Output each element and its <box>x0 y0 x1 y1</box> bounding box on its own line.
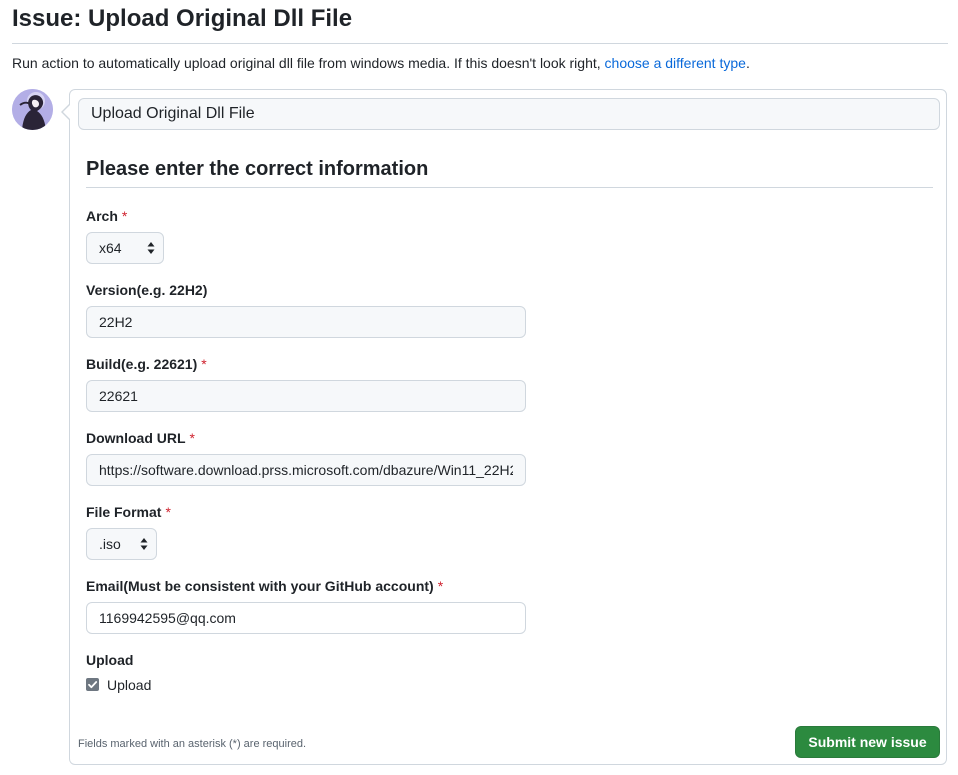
form-heading-divider <box>86 187 933 188</box>
download-url-input[interactable] <box>86 454 526 486</box>
build-input[interactable] <box>86 380 526 412</box>
email-label: Email(Must be consistent with your GitHu… <box>86 577 443 595</box>
avatar-image <box>12 89 53 130</box>
upload-label-text: Upload <box>86 652 134 668</box>
build-label: Build(e.g. 22621) * <box>86 355 207 373</box>
download-url-label-text: Download URL <box>86 430 186 446</box>
arch-required-marker: * <box>121 208 128 224</box>
select-arrows-icon <box>147 242 155 254</box>
file-format-label: File Format * <box>86 503 171 521</box>
arch-select[interactable]: x64 <box>86 232 164 264</box>
version-input[interactable] <box>86 306 526 338</box>
email-input[interactable] <box>86 602 526 634</box>
arch-label-text: Arch <box>86 208 118 224</box>
email-label-text: Email(Must be consistent with your GitHu… <box>86 578 434 594</box>
upload-label: Upload <box>86 651 133 669</box>
file-format-select-value: .iso <box>99 536 121 552</box>
required-fields-note: Fields marked with an asterisk (*) are r… <box>78 738 307 750</box>
form-heading: Please enter the correct information <box>86 158 429 180</box>
arch-label: Arch * <box>86 207 127 225</box>
upload-checkbox-label[interactable]: Upload <box>107 676 151 694</box>
version-label-text: Version(e.g. 22H2) <box>86 282 208 298</box>
title-divider <box>12 43 948 44</box>
checkmark-icon <box>88 681 98 689</box>
issue-title-input[interactable] <box>78 98 940 130</box>
arch-select-value: x64 <box>99 240 122 256</box>
select-arrows-icon <box>140 538 148 550</box>
intro-end: . <box>745 55 750 71</box>
file-format-select[interactable]: .iso <box>86 528 157 560</box>
page-title: Issue: Upload Original Dll File <box>12 5 353 32</box>
submit-new-issue-button[interactable]: Submit new issue <box>795 726 940 758</box>
file-format-label-text: File Format <box>86 504 162 520</box>
intro-text: Run action to automatically upload origi… <box>12 54 750 72</box>
page: Issue: Upload Original Dll File Run acti… <box>0 0 958 775</box>
version-label: Version(e.g. 22H2) <box>86 281 207 299</box>
intro-description: Run action to automatically upload origi… <box>12 55 601 71</box>
download-url-label: Download URL * <box>86 429 195 447</box>
upload-checkbox[interactable] <box>86 678 99 691</box>
comment-caret-inner <box>63 105 70 119</box>
choose-different-type-link[interactable]: choose a different type <box>605 55 746 71</box>
build-label-text: Build(e.g. 22621) <box>86 356 198 372</box>
build-required-marker: * <box>201 356 207 372</box>
file-format-required-marker: * <box>165 504 171 520</box>
issue-form-card: Please enter the correct information Arc… <box>69 89 947 765</box>
avatar[interactable] <box>12 89 53 130</box>
email-required-marker: * <box>437 578 444 594</box>
download-url-required-marker: * <box>189 430 195 446</box>
